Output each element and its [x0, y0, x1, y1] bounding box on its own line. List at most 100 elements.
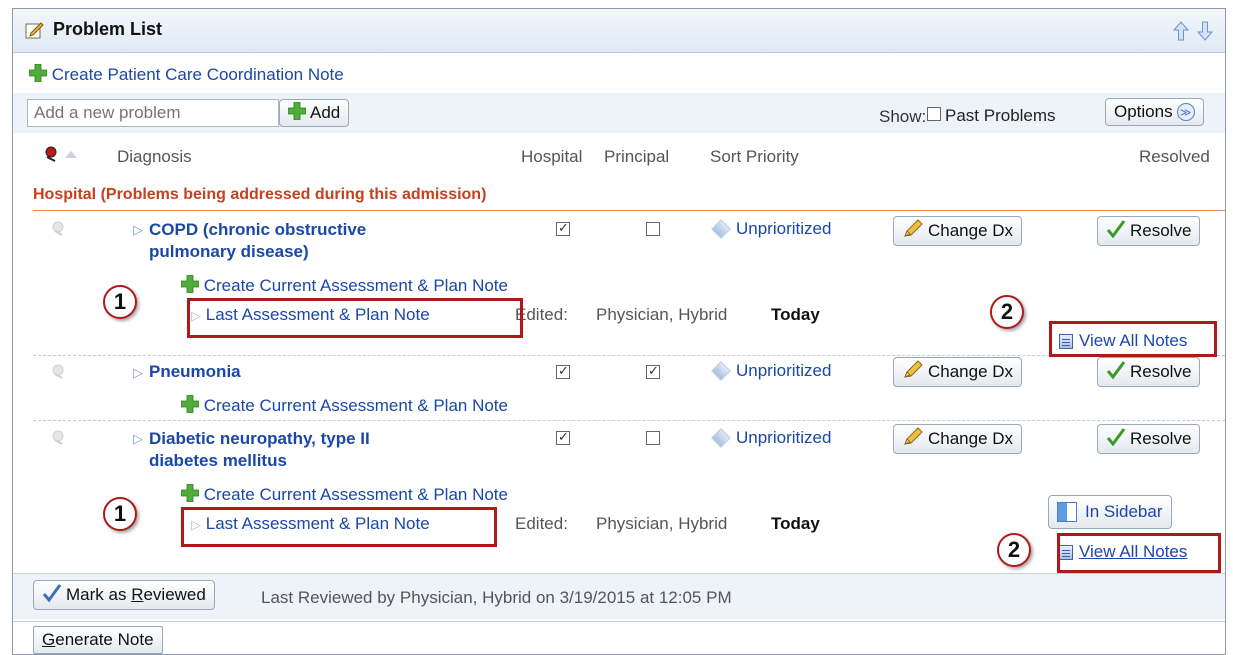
checkmark-icon — [42, 583, 62, 608]
pencil-icon — [902, 359, 924, 385]
panel-title: Problem List — [53, 19, 163, 39]
priority-label: Unprioritized — [736, 219, 832, 238]
pin-icon[interactable] — [51, 221, 69, 237]
priority-diamond-icon — [711, 428, 731, 448]
generate-note-button[interactable]: Generate Note — [33, 626, 163, 654]
priority-diamond-icon — [711, 361, 731, 381]
priority-label: Unprioritized — [736, 361, 832, 380]
change-dx-button[interactable]: Change Dx — [893, 357, 1023, 387]
change-dx-label: Change Dx — [928, 362, 1014, 381]
change-dx-label: Change Dx — [928, 221, 1014, 240]
edited-by: Physician, Hybrid — [596, 514, 728, 533]
diagnosis-line: Pneumonia — [149, 362, 241, 381]
checkmark-icon — [1106, 219, 1126, 244]
sort-priority-control[interactable]: Unprioritized — [710, 428, 831, 448]
edited-when: Today — [771, 514, 820, 533]
resolve-label: Resolve — [1130, 429, 1192, 448]
column-sort-priority[interactable]: Sort Priority — [710, 147, 799, 167]
create-care-coordination-note-label: Create Patient Care Coordination Note — [51, 64, 344, 84]
priority-label: Unprioritized — [736, 428, 832, 447]
review-bar: Mark as Reviewed Last Reviewed by Physic… — [13, 573, 1225, 619]
problem-diagnosis[interactable]: COPD (chronic obstructive pulmonary dise… — [149, 219, 366, 263]
in-sidebar-button[interactable]: In Sidebar — [1048, 495, 1172, 529]
pencil-icon — [902, 218, 924, 244]
edited-by: Physician, Hybrid — [596, 305, 728, 324]
expand-triangle-icon[interactable]: ▷ — [133, 365, 143, 381]
edit-note-icon — [25, 20, 45, 45]
change-dx-button[interactable]: Change Dx — [893, 424, 1023, 454]
sidebar-icon — [1057, 502, 1077, 522]
change-dx-label: Change Dx — [928, 429, 1014, 448]
past-problems-checkbox[interactable] — [927, 107, 941, 121]
problem-diagnosis[interactable]: Pneumonia — [149, 361, 241, 383]
principal-checkbox[interactable] — [646, 431, 660, 445]
create-assessment-note-link[interactable]: Create Current Assessment & Plan Note — [180, 394, 508, 418]
resolve-button[interactable]: Resolve — [1097, 357, 1201, 387]
sort-priority-control[interactable]: Unprioritized — [710, 219, 831, 239]
checkmark-icon — [1106, 360, 1126, 385]
callout-number: 2 — [997, 533, 1031, 567]
generate-bar: Generate Note — [13, 621, 1225, 654]
resolve-label: Resolve — [1130, 362, 1192, 381]
add-problem-input[interactable] — [27, 99, 279, 127]
diagnosis-line: pulmonary disease) — [149, 242, 309, 261]
create-care-coordination-note-link[interactable]: Create Patient Care Coordination Note — [28, 63, 344, 87]
create-assessment-note-label: Create Current Assessment & Plan Note — [203, 484, 508, 504]
plus-icon — [180, 274, 200, 298]
create-assessment-note-link[interactable]: Create Current Assessment & Plan Note — [180, 274, 508, 298]
create-assessment-note-link[interactable]: Create Current Assessment & Plan Note — [180, 483, 508, 507]
options-label: Options — [1114, 102, 1173, 121]
pencil-icon — [902, 426, 924, 452]
principal-checkbox[interactable] — [646, 363, 660, 379]
hospital-checkbox[interactable] — [556, 363, 570, 379]
pin-icon[interactable] — [51, 364, 69, 380]
resolve-button[interactable]: Resolve — [1097, 424, 1201, 454]
section-heading-hospital: Hospital (Problems being addressed durin… — [33, 186, 487, 203]
callout-number: 2 — [990, 295, 1024, 329]
hospital-checkbox[interactable] — [556, 429, 570, 445]
column-principal[interactable]: Principal — [604, 147, 669, 167]
plus-icon — [180, 483, 200, 507]
callout-number: 1 — [103, 285, 137, 319]
column-hospital[interactable]: Hospital — [521, 147, 582, 167]
past-problems-label: Past Problems — [945, 106, 1056, 125]
show-label: Show: — [879, 107, 927, 126]
callout-number: 1 — [103, 497, 137, 531]
edited-when: Today — [771, 305, 820, 324]
column-headers: Diagnosis Hospital Principal Sort Priori… — [13, 143, 1225, 173]
add-problem-bar: Add Show: Past Problems Options ≫ — [13, 93, 1225, 133]
column-resolved[interactable]: Resolved — [1139, 147, 1210, 167]
pin-icon[interactable] — [51, 430, 69, 446]
section-divider — [33, 210, 1225, 211]
edited-label: Edited: — [515, 514, 568, 533]
sort-priority-control[interactable]: Unprioritized — [710, 361, 831, 381]
problem-diagnosis[interactable]: Diabetic neuropathy, type II diabetes me… — [149, 428, 370, 472]
callout-box-last-note — [187, 298, 523, 338]
expand-triangle-icon[interactable]: ▷ — [133, 222, 143, 238]
hospital-checkbox[interactable] — [556, 220, 570, 236]
options-button[interactable]: Options ≫ — [1105, 98, 1204, 126]
callout-box-last-note — [181, 507, 497, 547]
priority-diamond-icon — [711, 219, 731, 239]
panel-titlebar: Problem List — [13, 9, 1225, 53]
add-problem-button[interactable]: Add — [279, 99, 350, 127]
last-reviewed-text: Last Reviewed by Physician, Hybrid on 3/… — [261, 588, 732, 607]
move-up-arrow-icon[interactable] — [1172, 21, 1190, 46]
resolve-button[interactable]: Resolve — [1097, 216, 1201, 246]
principal-checkbox[interactable] — [646, 222, 660, 236]
change-dx-button[interactable]: Change Dx — [893, 216, 1023, 246]
mark-as-reviewed-button[interactable]: Mark as Reviewed — [33, 580, 215, 610]
in-sidebar-label: In Sidebar — [1085, 502, 1163, 521]
generate-note-label: Generate Note — [42, 630, 154, 649]
column-diagnosis[interactable]: Diagnosis — [117, 147, 192, 167]
checkmark-icon — [1106, 427, 1126, 452]
problem-list-panel: Problem List Create Patient Care Coordin… — [12, 8, 1226, 655]
expand-triangle-icon[interactable]: ▷ — [133, 431, 143, 447]
pin-sort-icon[interactable] — [43, 145, 79, 168]
callout-box-view-all — [1049, 321, 1217, 357]
chevron-down-icon: ≫ — [1176, 103, 1195, 121]
plus-icon — [28, 63, 48, 87]
plus-icon — [287, 101, 307, 125]
callout-box-view-all — [1057, 533, 1221, 573]
move-down-arrow-icon[interactable] — [1196, 21, 1214, 46]
